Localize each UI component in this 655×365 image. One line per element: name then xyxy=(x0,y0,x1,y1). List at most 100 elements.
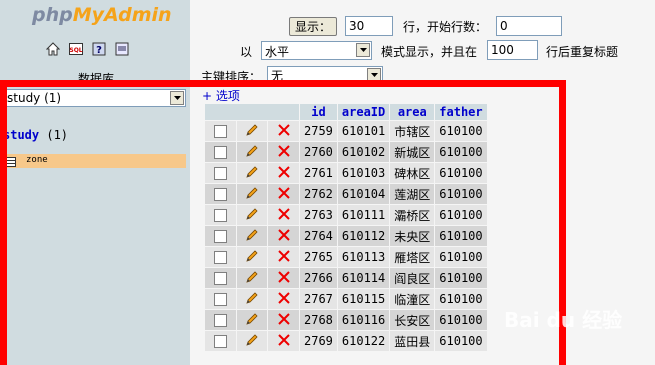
row-checkbox[interactable] xyxy=(213,335,227,348)
cell-areaid: 610104 xyxy=(337,184,390,204)
database-name[interactable]: study xyxy=(3,128,39,142)
edit-cell xyxy=(236,163,268,183)
table-row[interactable]: 2760 610102 新城区 610100 xyxy=(205,142,487,162)
delete-x-icon[interactable] xyxy=(277,144,290,160)
chevron-down-icon[interactable] xyxy=(367,68,381,81)
display-mode-value: 水平 xyxy=(265,45,290,59)
edit-cell xyxy=(236,289,268,309)
edit-pencil-icon[interactable] xyxy=(245,165,259,182)
cell-areaid: 610115 xyxy=(337,289,390,309)
row-checkbox[interactable] xyxy=(213,293,227,306)
table-row[interactable]: 2769 610122 蓝田县 610100 xyxy=(205,331,487,351)
table-row[interactable]: 2764 610112 未央区 610100 xyxy=(205,226,487,246)
cell-areaid: 610112 xyxy=(337,226,390,246)
delete-x-icon[interactable] xyxy=(277,312,290,328)
options-link[interactable]: + 选项 xyxy=(202,87,240,104)
cell-father: 610100 xyxy=(435,247,487,267)
help-icon[interactable]: ? xyxy=(92,42,106,56)
actions-header xyxy=(205,104,299,120)
delete-x-icon[interactable] xyxy=(277,291,290,307)
delete-x-icon[interactable] xyxy=(277,123,290,139)
table-row[interactable]: 2763 610111 灞桥区 610100 xyxy=(205,205,487,225)
navigation-panel: phpMyAdmin SQL ? 数据库 study (1) study (1)… xyxy=(0,0,190,365)
edit-pencil-icon[interactable] xyxy=(245,186,259,203)
cell-areaid: 610101 xyxy=(337,121,390,141)
table-row[interactable]: 2767 610115 临潼区 610100 xyxy=(205,289,487,309)
row-checkbox[interactable] xyxy=(213,188,227,201)
sql-icon[interactable]: SQL xyxy=(69,42,83,56)
start-row-input[interactable]: 0 xyxy=(496,16,562,36)
show-button[interactable]: 显示： xyxy=(289,17,337,36)
delete-cell xyxy=(268,163,299,183)
delete-x-icon[interactable] xyxy=(277,333,290,349)
sidebar-item-zone[interactable]: zone xyxy=(2,154,186,168)
edit-pencil-icon[interactable] xyxy=(245,291,259,308)
edit-pencil-icon[interactable] xyxy=(245,333,259,350)
cell-father: 610100 xyxy=(435,121,487,141)
delete-x-icon[interactable] xyxy=(277,270,290,286)
phpmyadmin-logo[interactable]: phpMyAdmin xyxy=(32,4,172,26)
cell-id: 2768 xyxy=(300,310,337,330)
row-checkbox[interactable] xyxy=(213,230,227,243)
table-row[interactable]: 2761 610103 碑林区 610100 xyxy=(205,163,487,183)
table-row[interactable]: 2759 610101 市辖区 610100 xyxy=(205,121,487,141)
edit-pencil-icon[interactable] xyxy=(245,144,259,161)
edit-pencil-icon[interactable] xyxy=(245,270,259,287)
repeat-header-input[interactable]: 100 xyxy=(487,40,538,60)
edit-cell xyxy=(236,142,268,162)
edit-cell xyxy=(236,331,268,351)
column-header-area[interactable]: area xyxy=(390,104,435,120)
column-header-father[interactable]: father xyxy=(435,104,487,120)
cell-id: 2760 xyxy=(300,142,337,162)
row-checkbox[interactable] xyxy=(213,167,227,180)
svg-text:?: ? xyxy=(96,45,102,56)
database-table-count: (1) xyxy=(46,128,69,142)
cell-father: 610100 xyxy=(435,289,487,309)
database-title[interactable]: study (1) xyxy=(3,128,68,142)
row-checkbox[interactable] xyxy=(213,125,227,138)
row-checkbox[interactable] xyxy=(213,314,227,327)
row-checkbox[interactable] xyxy=(213,146,227,159)
edit-pencil-icon[interactable] xyxy=(245,207,259,224)
delete-x-icon[interactable] xyxy=(277,249,290,265)
table-icon[interactable] xyxy=(6,156,16,170)
delete-x-icon[interactable] xyxy=(277,186,290,202)
edit-cell xyxy=(236,268,268,288)
delete-cell xyxy=(268,226,299,246)
edit-cell xyxy=(236,310,268,330)
rows-count-input[interactable]: 30 xyxy=(345,16,393,36)
column-header-areaid[interactable]: areaID xyxy=(337,104,390,120)
delete-x-icon[interactable] xyxy=(277,207,290,223)
column-header-id[interactable]: id xyxy=(300,104,337,120)
svg-text:SQL: SQL xyxy=(69,47,82,54)
home-icon[interactable] xyxy=(46,42,60,56)
cell-father: 610100 xyxy=(435,331,487,351)
table-row[interactable]: 2768 610116 长安区 610100 xyxy=(205,310,487,330)
query-window-icon[interactable] xyxy=(115,42,129,56)
delete-x-icon[interactable] xyxy=(277,165,290,181)
table-row[interactable]: 2762 610104 莲湖区 610100 xyxy=(205,184,487,204)
cell-father: 610100 xyxy=(435,205,487,225)
chevron-down-icon[interactable] xyxy=(356,43,370,57)
row-checkbox[interactable] xyxy=(213,251,227,264)
edit-pencil-icon[interactable] xyxy=(245,249,259,266)
cell-father: 610100 xyxy=(435,163,487,183)
edit-pencil-icon[interactable] xyxy=(245,312,259,329)
table-row[interactable]: 2765 610113 雁塔区 610100 xyxy=(205,247,487,267)
edit-cell xyxy=(236,205,268,225)
table-row[interactable]: 2766 610114 阎良区 610100 xyxy=(205,268,487,288)
table-header-row: id areaID area father xyxy=(205,104,487,120)
edit-pencil-icon[interactable] xyxy=(245,228,259,245)
row-checkbox[interactable] xyxy=(213,209,227,222)
repeat-suffix-label: 行后重复标题 xyxy=(546,45,619,59)
display-mode-select[interactable]: 水平 xyxy=(261,41,372,60)
edit-pencil-icon[interactable] xyxy=(245,123,259,140)
cell-father: 610100 xyxy=(435,310,487,330)
sort-select[interactable]: 无 xyxy=(267,66,383,83)
row-checkbox[interactable] xyxy=(213,272,227,285)
delete-x-icon[interactable] xyxy=(277,228,290,244)
results-table: id areaID area father 2759 610101 市辖区 61010… xyxy=(204,103,488,352)
database-select[interactable]: study (1) xyxy=(3,89,186,107)
chevron-down-icon[interactable] xyxy=(170,91,184,105)
sidebar-item-label[interactable]: zone xyxy=(26,155,48,165)
